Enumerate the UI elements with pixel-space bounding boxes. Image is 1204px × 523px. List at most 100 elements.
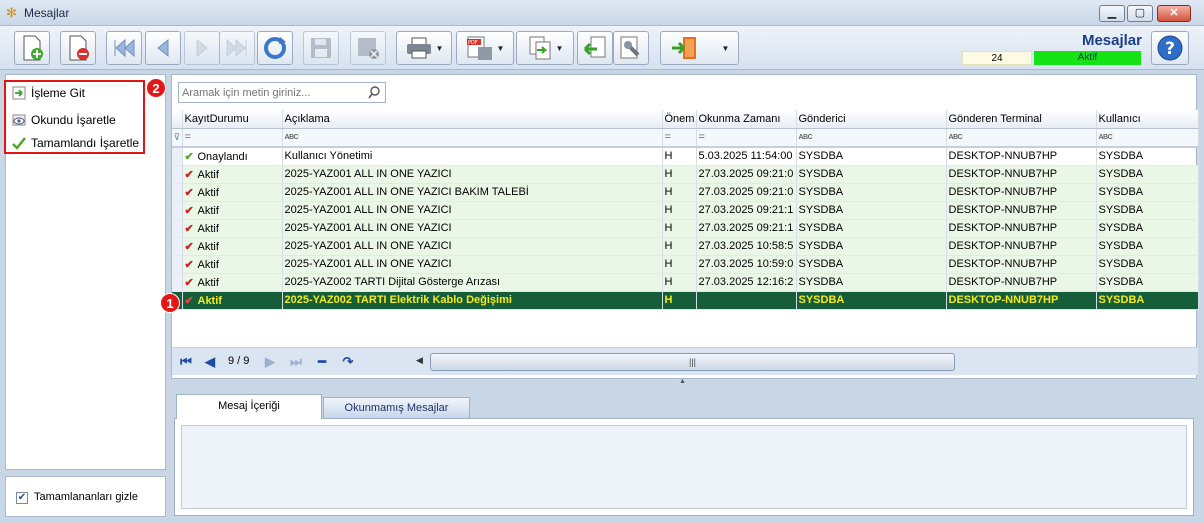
- priority-cell: H: [662, 183, 697, 202]
- scroll-thumb[interactable]: |||: [430, 353, 955, 371]
- table-row[interactable]: ✔ Onaylandı Kullanıcı Yönetimi H 5.03.2025 1…: [172, 147, 1199, 166]
- copy-dropdown-button[interactable]: ▼: [516, 31, 574, 65]
- description-cell: 2025-YAZ001 ALL IN ONE YAZICI: [282, 255, 663, 274]
- priority-cell: H: [662, 237, 697, 256]
- filter-cell[interactable]: ABC: [796, 128, 947, 148]
- filter-cell[interactable]: =: [662, 128, 697, 148]
- search-box: [178, 82, 386, 103]
- minimize-button[interactable]: ▁: [1099, 5, 1125, 22]
- column-header[interactable]: Okunma Zamanı: [696, 110, 797, 129]
- status-label: Aktif: [197, 276, 219, 289]
- table-row[interactable]: ✔ Aktif 2025-YAZ001 ALL IN ONE YAZICI H 27.0…: [172, 255, 1199, 274]
- nav-next-button[interactable]: ▶: [260, 352, 280, 372]
- filter-cell[interactable]: ABC: [946, 128, 1097, 148]
- splitter-grip-icon: ▲: [679, 378, 686, 385]
- column-header[interactable]: Gönderici: [796, 110, 947, 129]
- priority-cell: H: [662, 201, 697, 220]
- status-label: Aktif: [197, 186, 219, 199]
- nav-delete-button[interactable]: ━: [312, 352, 332, 372]
- remove-document-icon: [69, 35, 89, 61]
- nav-first-button[interactable]: ⏮: [176, 352, 196, 372]
- read-time-cell: [696, 291, 797, 310]
- search-input[interactable]: [179, 83, 359, 102]
- panel-splitter[interactable]: ▲: [171, 378, 1197, 387]
- exit-dropdown-button[interactable]: ▼: [660, 31, 739, 65]
- active-check-icon: ✔: [184, 276, 194, 289]
- table-row[interactable]: ✔ Aktif 2025-YAZ002 TARTI Elektrik Kablo D…: [172, 291, 1199, 310]
- table-row[interactable]: ✔ Aktif 2025-YAZ001 ALL IN ONE YAZICI H 27.0…: [172, 201, 1199, 220]
- new-record-button[interactable]: [14, 31, 50, 65]
- filter-cell[interactable]: =: [696, 128, 797, 148]
- status-label: Aktif: [197, 240, 219, 253]
- nav-previous-button[interactable]: ◀: [200, 352, 220, 372]
- save-button[interactable]: [303, 31, 339, 65]
- nav-last-button[interactable]: ⏭: [286, 352, 306, 372]
- table-row[interactable]: ✔ Aktif 2025-YAZ001 ALL IN ONE YAZICI BAKI…: [172, 183, 1199, 202]
- row-indicator[interactable]: [172, 237, 183, 256]
- maximize-button[interactable]: ▢: [1127, 5, 1153, 22]
- chevron-down-icon: ▼: [496, 43, 505, 53]
- row-indicator[interactable]: [172, 219, 183, 238]
- filter-cell[interactable]: ABC: [282, 128, 663, 148]
- next-record-button[interactable]: [184, 31, 220, 65]
- delete-record-button[interactable]: [60, 31, 96, 65]
- export-pdf-dropdown-button[interactable]: PDF ▼: [456, 31, 514, 65]
- column-header[interactable]: Açıklama: [282, 110, 663, 129]
- tab-message-content[interactable]: Mesaj İçeriği: [176, 394, 322, 419]
- column-header[interactable]: KayıtDurumu: [182, 110, 283, 129]
- first-record-button[interactable]: [106, 31, 142, 65]
- row-indicator[interactable]: [172, 201, 183, 220]
- tab-panel: [174, 418, 1194, 516]
- svg-text:?: ?: [1165, 39, 1175, 59]
- nav-refresh-button[interactable]: ↷: [338, 352, 358, 372]
- hide-completed-panel: ✔ Tamamlananları gizle: [5, 476, 166, 517]
- status-label: Onaylandı: [197, 150, 248, 163]
- table-row[interactable]: ✔ Aktif 2025-YAZ001 ALL IN ONE YAZICI H 27.0…: [172, 165, 1199, 184]
- active-check-icon: ✔: [184, 222, 194, 235]
- terminal-cell: DESKTOP-NNUB7HP: [946, 219, 1097, 238]
- cancel-disk-icon: [358, 38, 379, 59]
- toolbar: ▼ PDF ▼ ▼ ▼ Mesajlar 24 Aktif ?: [0, 26, 1204, 70]
- close-window-button[interactable]: ✕: [1157, 5, 1191, 22]
- status-cell: ✔ Aktif: [182, 255, 283, 274]
- row-indicator[interactable]: [172, 165, 183, 184]
- status-label: Aktif: [197, 204, 219, 217]
- column-header[interactable]: Gönderen Terminal: [946, 110, 1097, 129]
- priority-cell: H: [662, 291, 697, 310]
- filter-cell[interactable]: ABC: [1096, 128, 1199, 148]
- table-row[interactable]: ✔ Aktif 2025-YAZ001 ALL IN ONE YAZICI H 27.0…: [172, 219, 1199, 238]
- pdf-export-icon: PDF: [466, 36, 492, 60]
- row-indicator[interactable]: [172, 147, 183, 166]
- butterfly-app-icon: ✻: [6, 5, 17, 20]
- filter-cell[interactable]: =: [182, 128, 283, 148]
- description-cell: Kullanıcı Yönetimi: [282, 147, 663, 166]
- refresh-button[interactable]: [257, 31, 293, 65]
- description-cell: 2025-YAZ001 ALL IN ONE YAZICI: [282, 219, 663, 238]
- tab-unread-messages[interactable]: Okunmamış Mesajlar: [323, 397, 470, 418]
- previous-record-button[interactable]: [145, 31, 181, 65]
- description-cell: 2025-YAZ001 ALL IN ONE YAZICI: [282, 237, 663, 256]
- last-record-button[interactable]: [219, 31, 255, 65]
- settings-tool-button[interactable]: [613, 31, 649, 65]
- description-cell: 2025-YAZ002 TARTI Dijital Gösterge Arıza…: [282, 273, 663, 292]
- description-cell: 2025-YAZ001 ALL IN ONE YAZICI BAKIM TALE…: [282, 183, 663, 202]
- row-indicator[interactable]: [172, 255, 183, 274]
- column-header[interactable]: Kullanıcı: [1096, 110, 1199, 129]
- annotation-badge-1: 1: [160, 293, 180, 313]
- help-button[interactable]: ?: [1151, 31, 1189, 65]
- chevron-down-icon: ▼: [435, 43, 444, 53]
- hide-completed-checkbox[interactable]: ✔: [16, 492, 28, 504]
- sender-cell: SYSDBA: [796, 147, 947, 166]
- horizontal-scrollbar[interactable]: ◀ |||: [412, 352, 1192, 372]
- import-button[interactable]: [577, 31, 613, 65]
- scroll-left-arrow-icon[interactable]: ◀: [416, 355, 423, 366]
- table-row[interactable]: ✔ Aktif 2025-YAZ002 TARTI Dijital Gösterge…: [172, 273, 1199, 292]
- row-indicator[interactable]: [172, 273, 183, 292]
- row-indicator[interactable]: [172, 183, 183, 202]
- cancel-save-button[interactable]: [350, 31, 386, 65]
- column-header[interactable]: Önem: [662, 110, 697, 129]
- table-row[interactable]: ✔ Aktif 2025-YAZ001 ALL IN ONE YAZICI H 27.0…: [172, 237, 1199, 256]
- print-dropdown-button[interactable]: ▼: [396, 31, 452, 65]
- sender-cell: SYSDBA: [796, 255, 947, 274]
- sender-cell: SYSDBA: [796, 165, 947, 184]
